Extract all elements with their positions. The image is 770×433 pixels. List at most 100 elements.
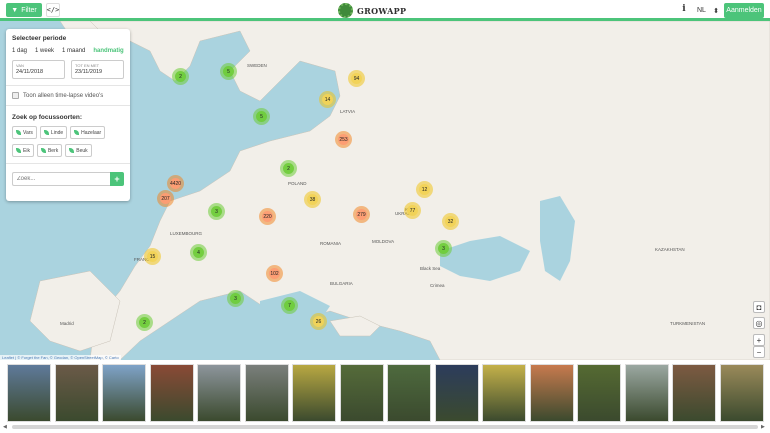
map-cluster[interactable]: 3 xyxy=(435,240,452,257)
cluster-count: 7 xyxy=(284,300,295,311)
filter-button[interactable]: ▼ Filter xyxy=(6,3,42,17)
map-cluster[interactable]: 207 xyxy=(157,190,174,207)
language-value: NL xyxy=(697,7,706,14)
login-button[interactable]: Aanmelden xyxy=(724,3,764,18)
cluster-count: 15 xyxy=(147,251,158,262)
species-label: Eik xyxy=(23,147,30,154)
camera-icon[interactable]: ◘ xyxy=(753,301,765,313)
place-label: BULGARIA xyxy=(330,281,353,286)
top-bar: ▼ Filter </> GROWAPP i NL ⬍ Aanmelden xyxy=(0,0,770,21)
cluster-count: 3 xyxy=(211,206,222,217)
scroll-right-arrow[interactable]: ▶ xyxy=(761,424,765,430)
map-cluster[interactable]: 5 xyxy=(253,108,270,125)
map-cluster[interactable]: 3 xyxy=(208,203,225,220)
species-beuk-button[interactable]: Beuk xyxy=(65,144,92,157)
locate-icon[interactable]: ◎ xyxy=(753,317,765,329)
chevron-updown-icon: ⬍ xyxy=(713,7,719,15)
period-title: Selecteer periode xyxy=(12,35,67,42)
cluster-count: 253 xyxy=(338,134,349,145)
photo-thumbnail[interactable] xyxy=(577,364,621,422)
photo-thumbnail[interactable] xyxy=(434,364,479,422)
place-label: ROMANIA xyxy=(320,241,342,246)
cluster-count: 94 xyxy=(351,73,362,84)
species-eik-button[interactable]: Eik xyxy=(12,144,34,157)
photo-thumbnail[interactable] xyxy=(7,364,51,422)
map-cluster[interactable]: 5 xyxy=(220,63,237,80)
cluster-count: 2 xyxy=(139,317,150,328)
photo-thumbnail[interactable] xyxy=(197,364,241,422)
to-date-label: TOT EN MET xyxy=(75,63,100,68)
photo-thumbnail[interactable] xyxy=(102,364,146,422)
species-vars-button[interactable]: Vars xyxy=(12,126,37,139)
search-input[interactable] xyxy=(12,172,110,186)
period-tab-1-month[interactable]: 1 maand xyxy=(62,48,85,54)
photo-thumbnail[interactable] xyxy=(719,364,764,422)
map-cluster[interactable]: 3 xyxy=(227,290,244,307)
place-label: Crimea xyxy=(430,283,445,288)
zoom-in-button[interactable]: + xyxy=(753,334,765,346)
photo-thumbnail[interactable] xyxy=(672,364,716,422)
map-cluster[interactable]: 94 xyxy=(348,70,365,87)
period-tab-manual[interactable]: handmatig xyxy=(93,48,123,54)
period-tab-1-week[interactable]: 1 week xyxy=(35,48,54,54)
cluster-count: 2 xyxy=(175,71,186,82)
logo[interactable]: GROWAPP xyxy=(338,3,406,18)
map-cluster[interactable]: 4 xyxy=(190,244,207,261)
photo-thumbnail[interactable] xyxy=(624,364,669,422)
embed-code-button[interactable]: </> xyxy=(46,3,60,17)
species-label: Beuk xyxy=(76,147,88,154)
photo-strip-scrollbar[interactable] xyxy=(12,425,758,429)
from-date-field[interactable]: VAN 24/11/2018 xyxy=(12,60,65,79)
info-button[interactable]: i xyxy=(678,4,690,17)
to-date-field[interactable]: TOT EN MET 23/11/2019 xyxy=(71,60,124,79)
map-cluster[interactable]: 32 xyxy=(442,213,459,230)
photo-thumbnail[interactable] xyxy=(387,364,431,422)
map-cluster[interactable]: 12 xyxy=(416,181,433,198)
search-add-button[interactable]: + xyxy=(110,172,124,186)
map-cluster[interactable]: 2 xyxy=(136,314,153,331)
logo-mark xyxy=(338,3,353,18)
map-cluster[interactable]: 15 xyxy=(144,248,161,265)
map-cluster[interactable]: 2 xyxy=(172,68,189,85)
species-label: Linde xyxy=(50,129,64,136)
leaf-icon xyxy=(69,148,75,153)
scroll-left-arrow[interactable]: ◀ xyxy=(3,424,7,430)
photo-thumbnail[interactable] xyxy=(292,364,336,422)
divider xyxy=(6,105,130,106)
place-label: Black Sea xyxy=(420,266,441,271)
zoom-out-button[interactable]: − xyxy=(753,346,765,358)
map-cluster[interactable]: 38 xyxy=(304,191,321,208)
species-title: Zoek op focussoorten: xyxy=(12,114,83,121)
photo-thumbnail[interactable] xyxy=(482,364,526,422)
photo-thumbnail[interactable] xyxy=(149,364,194,422)
map-cluster[interactable]: 253 xyxy=(335,131,352,148)
species-linde-button[interactable]: Linde xyxy=(39,126,68,139)
place-label: SWEDEN xyxy=(247,63,267,68)
from-date-value: 24/11/2018 xyxy=(16,69,44,75)
photo-thumbnail[interactable] xyxy=(529,364,574,422)
photo-thumbnail[interactable] xyxy=(339,364,384,422)
timelapse-toggle[interactable]: Toon alleen time-lapse video's xyxy=(12,92,124,99)
species-hazelaar-button[interactable]: Hazelaar xyxy=(70,126,106,139)
map-cluster[interactable]: 220 xyxy=(259,208,276,225)
map-cluster[interactable]: 26 xyxy=(310,313,327,330)
place-label: Madrid xyxy=(60,321,74,326)
photo-thumbnail[interactable] xyxy=(54,364,99,422)
cluster-count: 102 xyxy=(269,268,280,279)
language-select[interactable]: NL ⬍ xyxy=(697,4,719,17)
map-cluster[interactable]: 4420 xyxy=(167,175,184,192)
cluster-count: 38 xyxy=(307,194,318,205)
photo-thumbnail[interactable] xyxy=(244,364,289,422)
map-cluster[interactable]: 102 xyxy=(266,265,283,282)
map-cluster[interactable]: 2 xyxy=(280,160,297,177)
leaf-icon xyxy=(16,130,21,135)
map-attribution[interactable]: Leaflet | © Forget the Fan, © Geodan, © … xyxy=(0,355,121,360)
cluster-count: 5 xyxy=(223,66,234,77)
timelapse-checkbox[interactable] xyxy=(12,92,19,99)
species-berk-button[interactable]: Berk xyxy=(36,144,63,157)
map-cluster[interactable]: 14 xyxy=(319,91,336,108)
map-cluster[interactable]: 279 xyxy=(353,206,370,223)
map-cluster[interactable]: 77 xyxy=(404,202,421,219)
period-tab-1-day[interactable]: 1 dag xyxy=(12,48,27,54)
map-cluster[interactable]: 7 xyxy=(281,297,298,314)
